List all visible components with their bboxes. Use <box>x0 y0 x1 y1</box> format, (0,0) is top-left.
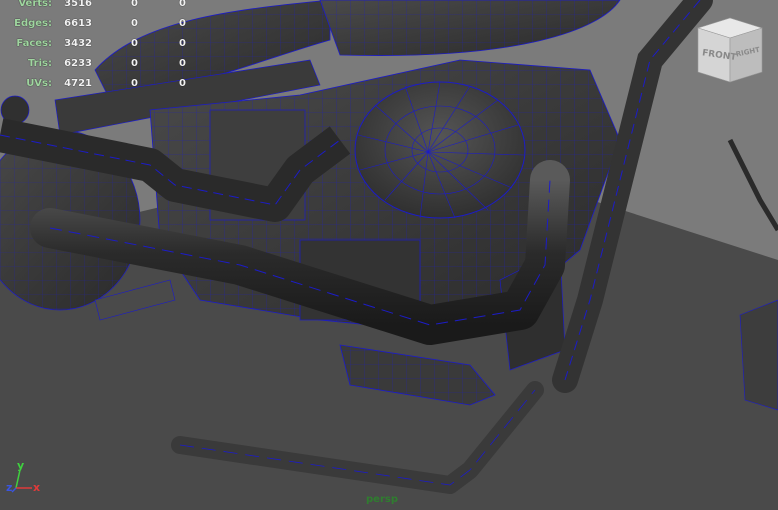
axis-gizmo: y x z <box>6 459 40 494</box>
hud-row-uvs: UVs: 4721 0 0 <box>26 78 186 89</box>
axis-y-line <box>15 469 21 489</box>
axis-z-label: z <box>6 481 12 494</box>
axis-z-line <box>11 487 17 493</box>
front-fender-edge <box>739 299 778 411</box>
axis-x-label: x <box>33 481 40 494</box>
viewport-3d[interactable]: Verts: 3516 0 0 Edges: 6613 0 0 Faces: 3… <box>0 0 778 510</box>
view-cube[interactable]: FRONT RIGHT <box>690 10 770 90</box>
hud-row-edges: Edges: 6613 0 0 <box>14 18 186 29</box>
hud-row-faces: Faces: 3432 0 0 <box>16 38 186 49</box>
air-filter <box>354 81 526 219</box>
hud-row-verts: Verts: 3516 0 0 <box>18 0 186 9</box>
poly-count-hud: Verts: 3516 0 0 Edges: 6613 0 0 Faces: 3… <box>8 0 186 94</box>
hud-row-tris: Tris: 6233 0 0 <box>27 58 186 69</box>
axis-y-label: y <box>17 459 24 472</box>
camera-label: persp <box>366 494 398 505</box>
